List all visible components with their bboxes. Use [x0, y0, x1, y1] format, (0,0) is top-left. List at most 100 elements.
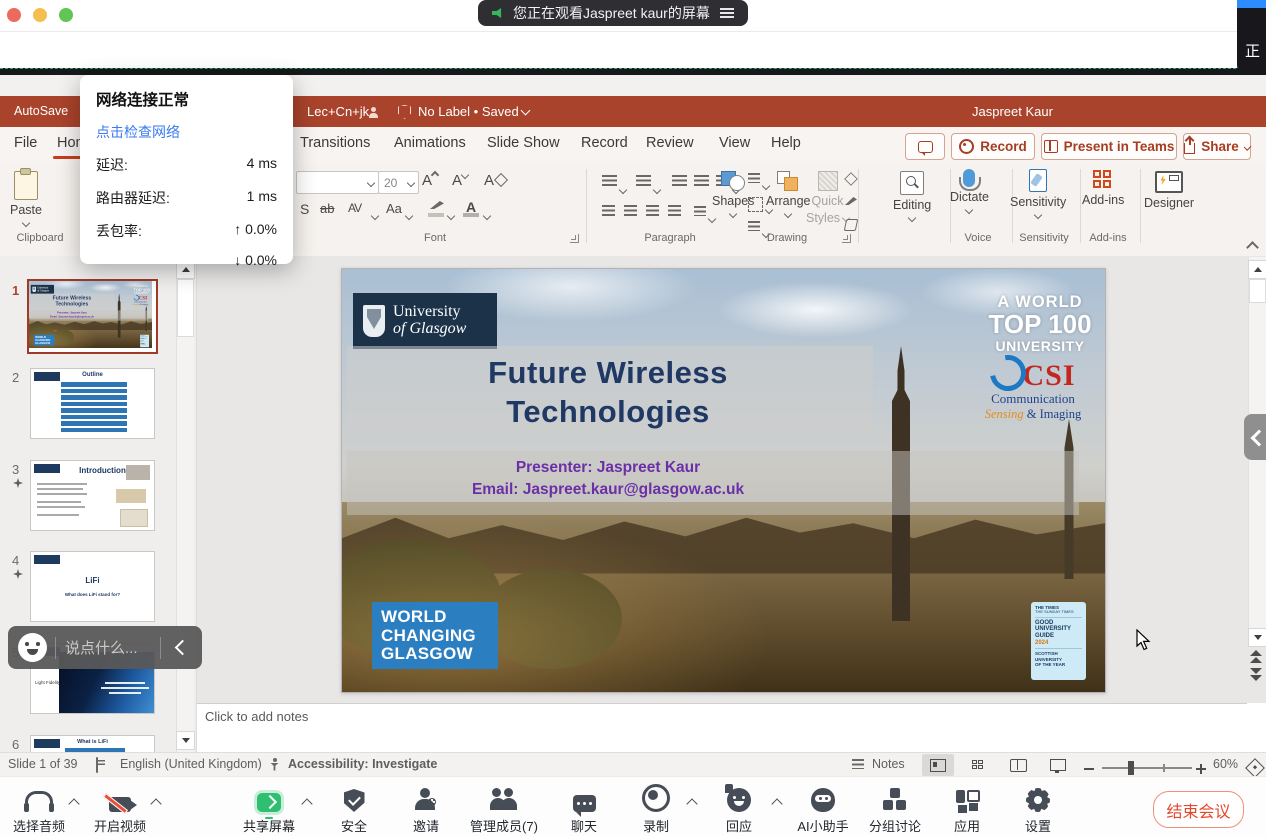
- comments-button[interactable]: [905, 133, 945, 160]
- tab-file[interactable]: File: [14, 135, 37, 151]
- user-name[interactable]: Jaspreet Kaur: [972, 104, 1053, 119]
- toolbar-record[interactable]: 录制: [608, 784, 704, 835]
- language-status[interactable]: English (United Kingdom): [120, 757, 262, 771]
- chevron-down-icon[interactable]: [521, 106, 531, 116]
- font-size-combo[interactable]: 20: [378, 171, 419, 194]
- quick-styles-button[interactable]: QuickStyles: [806, 171, 849, 225]
- scroll-up[interactable]: [1248, 260, 1266, 279]
- zoom-slider-thumb[interactable]: [1128, 761, 1134, 775]
- chevron-down-icon[interactable]: [654, 181, 660, 199]
- next-slide-button[interactable]: [1250, 668, 1262, 676]
- caption-placeholder[interactable]: 说点什么...: [65, 637, 160, 658]
- tab-animations[interactable]: Animations: [394, 135, 466, 151]
- present-in-teams-button[interactable]: Present in Teams: [1041, 133, 1177, 160]
- fit-slide-button[interactable]: [1245, 758, 1265, 778]
- spellcheck-icon[interactable]: [96, 758, 98, 772]
- toolbar-video[interactable]: 开启视频: [72, 784, 168, 835]
- caption-input-bar[interactable]: 说点什么...: [8, 626, 202, 669]
- chevron-down-icon[interactable]: [484, 207, 490, 225]
- highlight-color-icon[interactable]: [430, 201, 444, 209]
- decrease-indent-icon[interactable]: [672, 175, 687, 187]
- notes-placeholder[interactable]: Click to add notes: [205, 709, 308, 724]
- end-meeting-button[interactable]: 结束会议: [1153, 791, 1244, 828]
- emoji-icon[interactable]: [18, 633, 47, 662]
- share-button[interactable]: Share: [1183, 133, 1251, 160]
- slide-thumbnail-4[interactable]: LiFi What does LiFi stand for?: [30, 551, 155, 622]
- shape-effects-icon[interactable]: [844, 219, 859, 231]
- dictate-button[interactable]: Dictate: [950, 169, 989, 213]
- clear-formatting-button[interactable]: A: [484, 172, 506, 189]
- chevron-down-icon[interactable]: [372, 207, 378, 225]
- banner-menu-icon[interactable]: [720, 8, 734, 18]
- sensitivity-button[interactable]: Sensitivity: [1010, 169, 1066, 218]
- designer-button[interactable]: Designer: [1144, 171, 1194, 210]
- tab-view[interactable]: View: [719, 135, 750, 151]
- change-case-button[interactable]: Aa: [386, 201, 402, 216]
- document-title[interactable]: Lec+Cn+jk: [307, 104, 369, 119]
- toolbar-settings[interactable]: 设置: [990, 784, 1086, 835]
- shrink-font-button[interactable]: A: [452, 172, 468, 189]
- justify-icon[interactable]: [668, 205, 681, 217]
- align-left-icon[interactable]: [602, 205, 615, 217]
- toolbar-share-screen[interactable]: 共享屏幕: [221, 784, 317, 835]
- close-traffic-light[interactable]: [7, 8, 21, 22]
- notes-toggle[interactable]: Notes: [872, 757, 905, 771]
- zoom-level[interactable]: 60%: [1213, 757, 1238, 771]
- arrange-button[interactable]: Arrange: [766, 171, 810, 217]
- slideshow-view-button[interactable]: [1042, 754, 1074, 776]
- slide-thumbnail-1[interactable]: Universityof Glasgow Future WirelessTech…: [27, 279, 158, 354]
- open-panel-handle[interactable]: [1244, 414, 1266, 460]
- font-dialog-launcher[interactable]: [570, 234, 579, 243]
- scroll-thumb[interactable]: [1249, 279, 1266, 303]
- doc-status[interactable]: No Label • Saved: [418, 104, 519, 119]
- screen-share-banner[interactable]: 您正在观看Jaspreet kaur的屏幕: [478, 0, 748, 26]
- chevron-down-icon[interactable]: [620, 181, 626, 199]
- paragraph-dialog-launcher[interactable]: [842, 234, 851, 243]
- align-center-icon[interactable]: [624, 205, 637, 217]
- previous-slide-button[interactable]: [1250, 650, 1262, 658]
- tab-transitions[interactable]: Transitions: [300, 135, 370, 151]
- maximize-traffic-light[interactable]: [59, 8, 73, 22]
- character-spacing-button[interactable]: AV: [348, 201, 361, 215]
- tab-help[interactable]: Help: [771, 135, 801, 151]
- slide-sorter-view-button[interactable]: [962, 754, 994, 776]
- side-panel-edge[interactable]: 正: [1237, 0, 1266, 75]
- increase-indent-icon[interactable]: [694, 175, 709, 187]
- slide-thumbnail-2[interactable]: Outline: [30, 368, 155, 439]
- numbering-icon[interactable]: [636, 175, 651, 187]
- scroll-down[interactable]: [1248, 628, 1266, 647]
- zoom-out-button[interactable]: [1084, 768, 1094, 770]
- thumb-scroll-thumb[interactable]: [177, 279, 194, 337]
- columns-icon[interactable]: [694, 206, 706, 216]
- zoom-in-button[interactable]: [1196, 768, 1206, 770]
- check-network-link[interactable]: 点击检查网络: [96, 122, 277, 142]
- record-button[interactable]: Record: [951, 133, 1035, 160]
- reading-view-button[interactable]: [1002, 754, 1034, 776]
- collapse-ribbon-icon[interactable]: [1248, 239, 1257, 257]
- smartart-icon[interactable]: [748, 221, 760, 231]
- paste-button[interactable]: Paste: [10, 171, 42, 226]
- shapes-button[interactable]: Shapes: [712, 171, 754, 217]
- accessibility-status[interactable]: Accessibility: Investigate: [288, 757, 437, 771]
- slide-canvas[interactable]: Universityof Glasgow Future WirelessTech…: [341, 268, 1106, 693]
- toolbar-reactions[interactable]: 回应: [691, 784, 787, 835]
- notes-splitter[interactable]: [197, 703, 1247, 704]
- zoom-slider-track[interactable]: [1102, 767, 1192, 769]
- highlight-color-bar[interactable]: [428, 213, 444, 217]
- addins-button[interactable]: Add-ins: [1082, 170, 1124, 207]
- align-right-icon[interactable]: [646, 205, 659, 217]
- collapse-left-icon[interactable]: [175, 640, 191, 656]
- notes-toggle-icon[interactable]: [852, 758, 864, 772]
- tab-slideshow[interactable]: Slide Show: [487, 135, 560, 151]
- slide-counter[interactable]: Slide 1 of 39: [8, 757, 78, 771]
- grow-font-button[interactable]: A: [422, 172, 438, 189]
- tab-review[interactable]: Review: [646, 135, 694, 151]
- slide-thumbnail-6[interactable]: What is LiFi: [30, 735, 155, 753]
- editing-button[interactable]: Editing: [893, 171, 931, 221]
- bullets-icon[interactable]: [602, 175, 617, 187]
- tab-record[interactable]: Record: [581, 135, 628, 151]
- normal-view-button[interactable]: [922, 754, 954, 776]
- strikethrough2-button[interactable]: ab: [320, 201, 334, 216]
- chevron-down-icon[interactable]: [448, 207, 454, 225]
- strikethrough-button[interactable]: S: [300, 201, 309, 217]
